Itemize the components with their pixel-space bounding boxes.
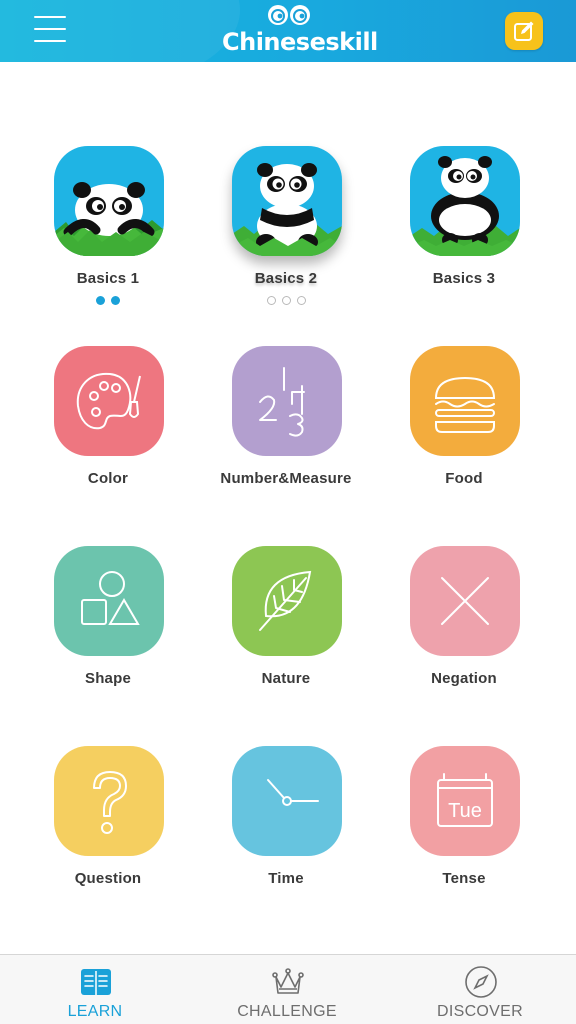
tab-learn[interactable]: LEARN	[25, 955, 165, 1024]
tab-label: LEARN	[67, 1003, 123, 1020]
compass-icon	[465, 966, 497, 998]
tile-label: Question	[74, 870, 142, 887]
tab-challenge[interactable]: CHALLENGE	[217, 955, 357, 1024]
tab-label: CHALLENGE	[237, 1003, 337, 1020]
panda-standing-icon	[410, 146, 520, 256]
tile-label: Basics 1	[76, 270, 140, 287]
bottom-tab-bar: LEARN CHALLENGE DISCOVER	[0, 954, 576, 1024]
clock-icon	[232, 746, 342, 856]
leaf-icon	[232, 546, 342, 656]
shapes-icon	[54, 546, 164, 656]
tile-label: Food	[445, 470, 483, 487]
tab-label: DISCOVER	[437, 1003, 523, 1020]
panda-logo-icon	[268, 5, 310, 25]
lesson-tile-shape[interactable]: Shape	[19, 546, 197, 726]
crown-icon	[272, 968, 304, 994]
lesson-tile-question[interactable]: Question	[19, 746, 197, 926]
lesson-tile-color[interactable]: Color	[19, 346, 197, 526]
tile-label: Shape	[84, 670, 131, 687]
tile-label: Basics 2	[254, 270, 318, 287]
burger-icon	[410, 346, 520, 456]
lesson-tile-time[interactable]: Time	[197, 746, 375, 926]
progress-dot	[266, 296, 276, 305]
lesson-tile-food[interactable]: Food	[375, 346, 553, 526]
calendar-icon: Tue	[410, 746, 520, 856]
tile-label: Color	[87, 470, 129, 487]
tile-label: Time	[268, 870, 304, 887]
progress-dots	[197, 296, 375, 305]
app-logo: Chineseskill	[222, 5, 378, 58]
hamburger-menu-icon[interactable]	[34, 16, 68, 44]
lesson-tile-basics-1[interactable]: Basics 1	[19, 146, 197, 326]
tab-discover[interactable]: DISCOVER	[410, 955, 550, 1024]
tile-label: Nature	[261, 670, 311, 687]
lesson-tile-negation[interactable]: Negation	[375, 546, 553, 726]
progress-dot	[296, 296, 306, 305]
progress-dot	[96, 296, 105, 305]
calendar-day-text: Tue	[448, 800, 482, 822]
tile-label: Negation	[431, 670, 497, 687]
lesson-tile-number-measure[interactable]: Number&Measure	[197, 346, 375, 526]
tile-label: Tense	[442, 870, 486, 887]
lesson-tile-nature[interactable]: Nature	[197, 546, 375, 726]
palette-icon	[54, 346, 164, 456]
lesson-tile-tense[interactable]: Tue Tense	[375, 746, 553, 926]
app-header: Chineseskill	[0, 0, 576, 62]
lesson-grid: Basics 1 Basics 2 Basics 3 Color Number&…	[0, 62, 576, 954]
cross-icon	[410, 546, 520, 656]
panda-sitting-icon	[232, 146, 342, 256]
tile-label: Basics 3	[432, 270, 496, 287]
panda-peeking-icon	[54, 146, 164, 256]
progress-dot	[111, 296, 120, 305]
question-mark-icon	[54, 746, 164, 856]
book-icon	[81, 969, 111, 995]
progress-dots	[19, 296, 197, 305]
lesson-tile-basics-2[interactable]: Basics 2	[197, 146, 375, 326]
app-name: Chineseskill	[222, 28, 378, 56]
progress-dot	[281, 296, 291, 305]
edit-note-button[interactable]	[505, 12, 543, 50]
numbers-icon	[232, 346, 342, 456]
tile-label: Number&Measure	[220, 470, 352, 487]
edit-note-icon	[514, 21, 534, 41]
lesson-tile-basics-3[interactable]: Basics 3	[375, 146, 553, 326]
